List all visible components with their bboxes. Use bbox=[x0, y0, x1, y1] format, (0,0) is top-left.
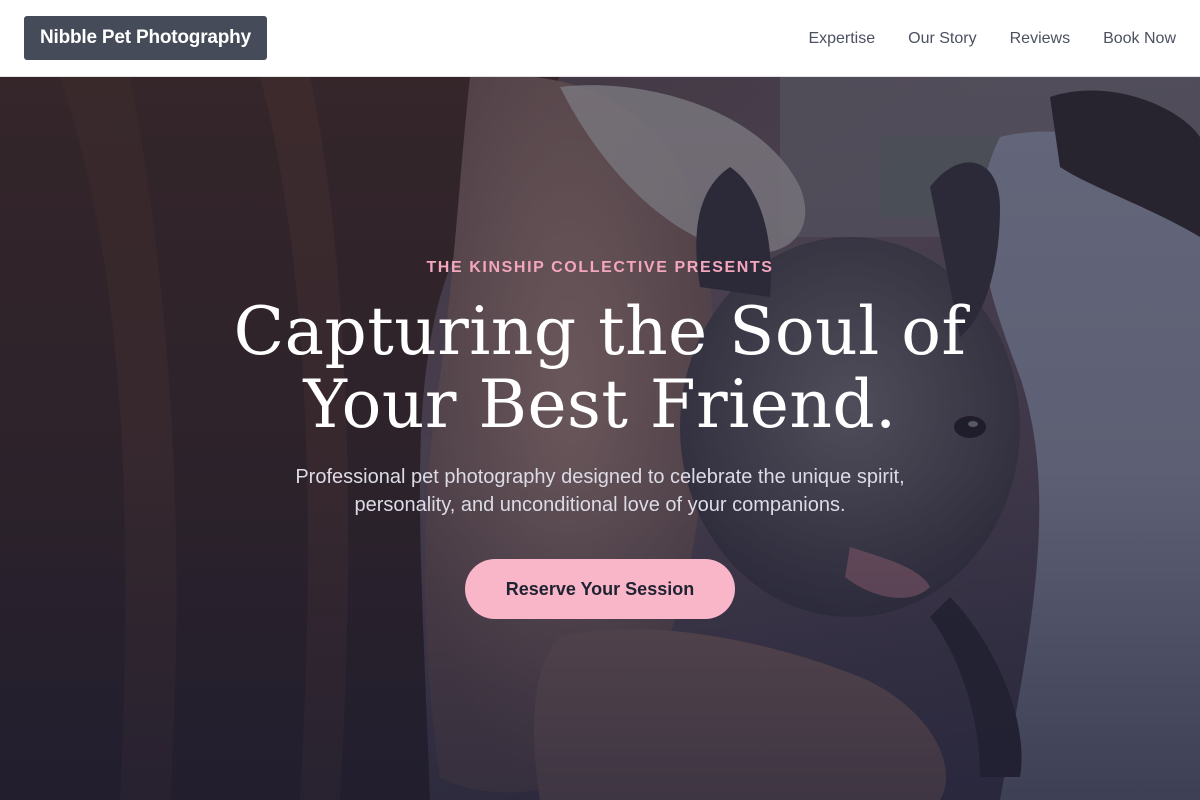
hero-subtext-line-2: personality, and unconditional love of y… bbox=[354, 494, 846, 516]
page: Nibble Pet Photography Expertise Our Sto… bbox=[0, 0, 1200, 800]
reserve-session-button[interactable]: Reserve Your Session bbox=[465, 559, 735, 619]
hero-headline-line-2: Your Best Friend. bbox=[303, 366, 897, 443]
site-header: Nibble Pet Photography Expertise Our Sto… bbox=[0, 0, 1200, 77]
nav-link-our-story[interactable]: Our Story bbox=[908, 30, 976, 48]
brand-logo[interactable]: Nibble Pet Photography bbox=[24, 16, 267, 60]
hero-subtext-line-1: Professional pet photography designed to… bbox=[295, 466, 905, 488]
nav-link-book-now[interactable]: Book Now bbox=[1103, 30, 1176, 48]
hero-eyebrow: THE KINSHIP COLLECTIVE PRESENTS bbox=[426, 259, 774, 276]
hero-content: THE KINSHIP COLLECTIVE PRESENTS Capturin… bbox=[200, 77, 1000, 800]
nav-link-expertise[interactable]: Expertise bbox=[808, 30, 875, 48]
hero-subtext: Professional pet photography designed to… bbox=[260, 463, 940, 519]
main-nav: Expertise Our Story Reviews Book Now bbox=[808, 0, 1176, 77]
hero-section: THE KINSHIP COLLECTIVE PRESENTS Capturin… bbox=[0, 77, 1200, 800]
nav-link-reviews[interactable]: Reviews bbox=[1010, 30, 1070, 48]
hero-headline-line-1: Capturing the Soul of bbox=[233, 293, 967, 370]
hero-headline: Capturing the Soul of Your Best Friend. bbox=[200, 295, 1000, 441]
